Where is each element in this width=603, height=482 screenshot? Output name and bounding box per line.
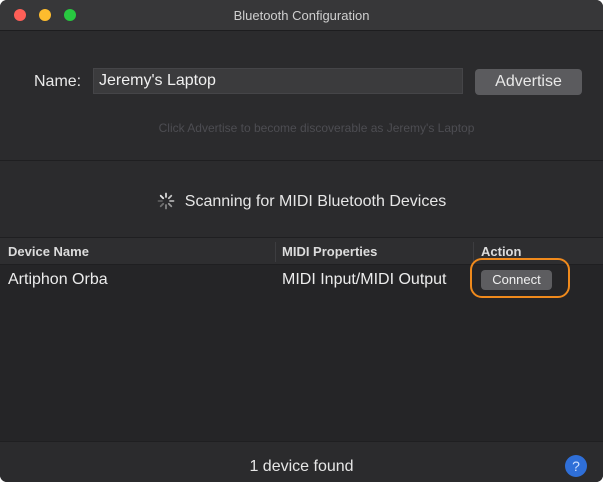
column-separator[interactable]	[275, 242, 276, 262]
status-footer: 1 device found ?	[0, 441, 603, 482]
column-header-midi-properties[interactable]: MIDI Properties	[282, 244, 377, 259]
title-bar: Bluetooth Configuration	[0, 0, 603, 31]
connect-highlight-annotation	[470, 258, 570, 298]
column-header-action[interactable]: Action	[481, 244, 521, 259]
advertise-button[interactable]: Advertise	[475, 69, 582, 95]
window-title: Bluetooth Configuration	[233, 8, 370, 23]
bluetooth-configuration-window: Bluetooth Configuration Name: Advertise …	[0, 0, 603, 482]
section-divider	[0, 160, 603, 161]
midi-properties-cell: MIDI Input/MIDI Output	[282, 271, 447, 288]
column-header-device-name[interactable]: Device Name	[8, 244, 89, 259]
device-count-status: 1 device found	[249, 458, 354, 475]
spinner-icon	[157, 192, 175, 210]
advertise-hint: Click Advertise to become discoverable a…	[158, 121, 475, 135]
help-button[interactable]: ?	[565, 455, 587, 477]
column-separator[interactable]	[473, 242, 474, 262]
scanning-status: Scanning for MIDI Bluetooth Devices	[0, 192, 603, 211]
scanning-text: Scanning for MIDI Bluetooth Devices	[184, 193, 447, 210]
name-input[interactable]	[93, 68, 463, 94]
device-name-cell: Artiphon Orba	[8, 271, 108, 288]
name-label: Name:	[34, 73, 82, 90]
